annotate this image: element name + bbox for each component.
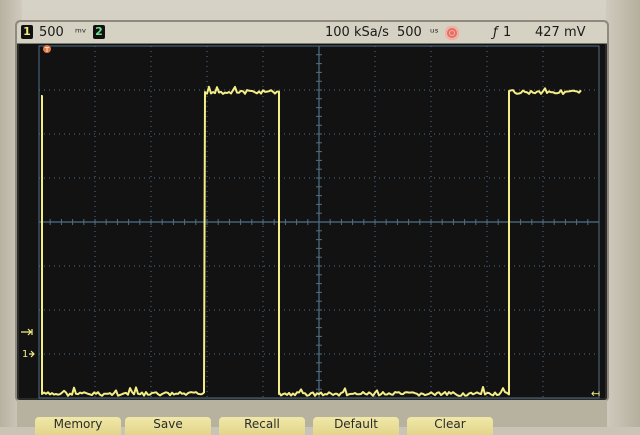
channel-1-ground-label: 1: [22, 349, 28, 360]
graticule: [38, 45, 600, 399]
run-state-icon: [445, 26, 459, 40]
trigger-position-label: T: [44, 46, 50, 54]
trigger-level-marker-left: [21, 328, 33, 336]
trigger-level-marker-right: ↤: [591, 387, 600, 400]
trigger-source: 1: [503, 25, 512, 40]
waveform-plot: T 1 ↤: [21, 45, 600, 400]
bezel-right-edge: [606, 0, 640, 427]
sample-rate: 100 kSa/s: [325, 25, 389, 40]
channel-1-scale: 500: [39, 25, 64, 40]
time-unit-icon: ᵘˢ: [430, 26, 439, 39]
softkey-default[interactable]: Default: [313, 417, 399, 435]
trigger-level: 427 mV: [535, 25, 586, 40]
softkey-clear[interactable]: Clear: [407, 417, 493, 435]
oscilloscope-display: 1 500 ᵐᵛ 2 100 kSa/s 500 ᵘˢ ƒ 1 427 mV T…: [17, 22, 607, 400]
time-per-division: 500: [397, 25, 422, 40]
channel-1-badge[interactable]: 1: [21, 25, 33, 39]
channel-1-ground-marker: 1: [22, 349, 35, 360]
softkey-strip: Memory Save Recall Default Clear: [17, 400, 607, 435]
softkey-recall[interactable]: Recall: [219, 417, 305, 435]
softkey-save[interactable]: Save: [125, 417, 211, 435]
status-bar: 1 500 ᵐᵛ 2 100 kSa/s 500 ᵘˢ ƒ 1 427 mV: [17, 22, 607, 44]
channel-1-trace: [41, 85, 582, 397]
trigger-position-marker: T: [43, 45, 51, 54]
trigger-edge-icon: ƒ: [493, 25, 498, 40]
volts-per-div-unit-icon: ᵐᵛ: [75, 26, 87, 39]
softkey-memory[interactable]: Memory: [35, 417, 121, 435]
channel-2-badge[interactable]: 2: [93, 25, 105, 39]
